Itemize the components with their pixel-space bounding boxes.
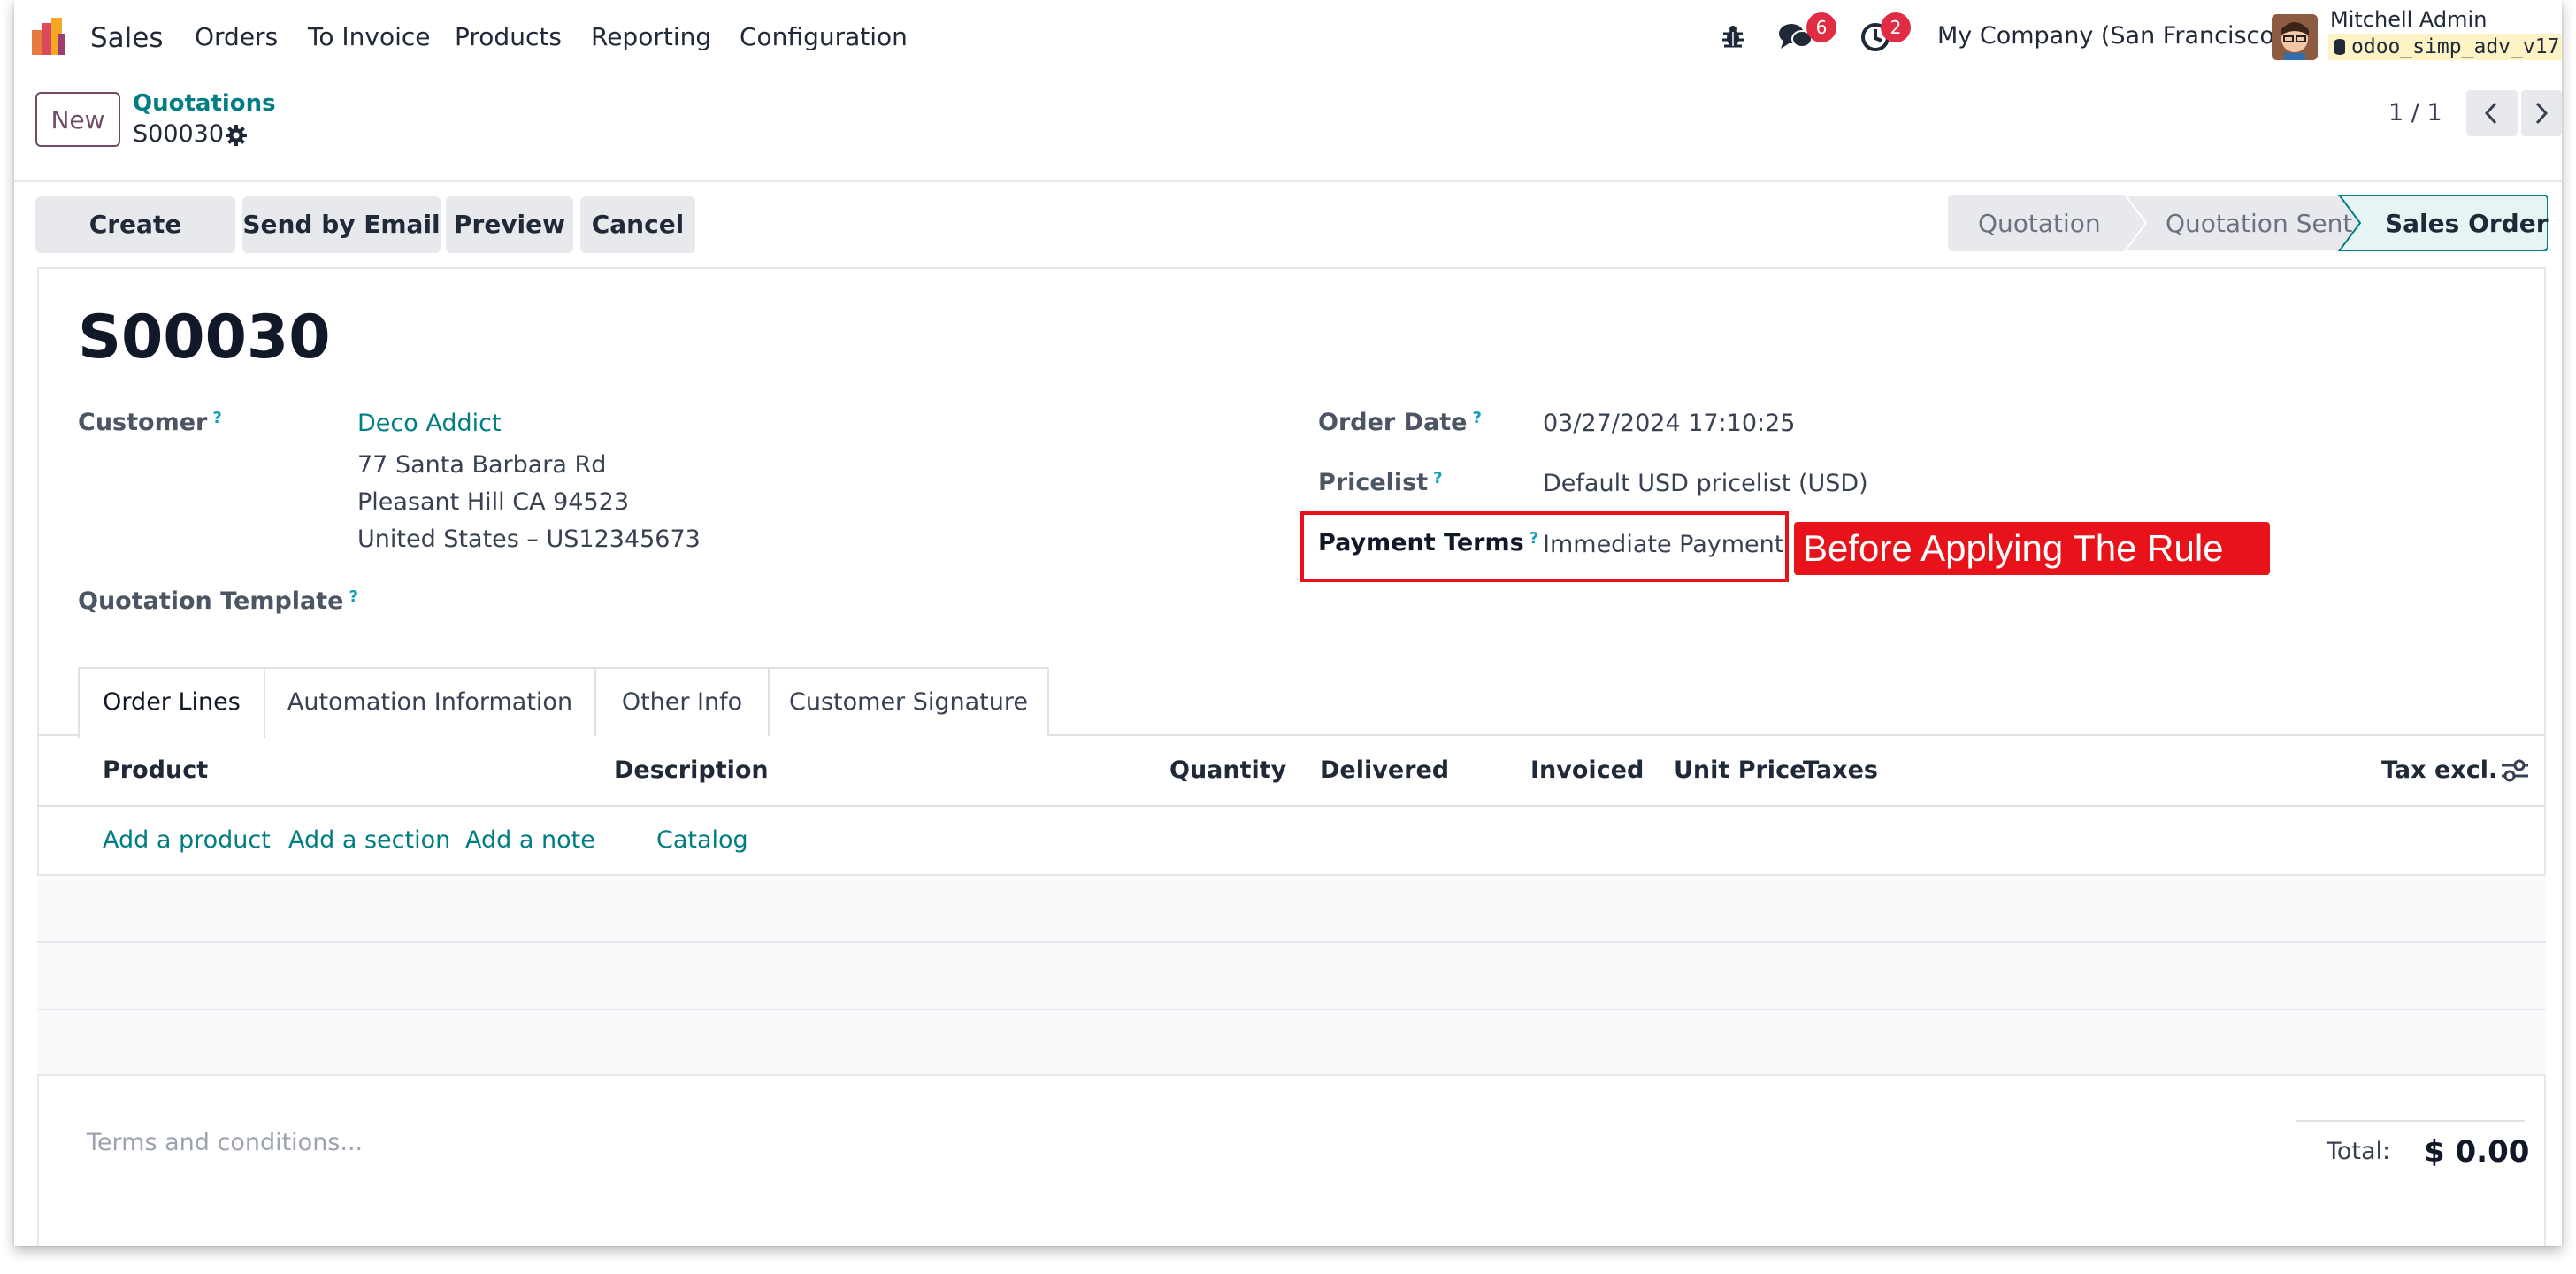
gear-icon[interactable]: [225, 124, 248, 147]
add-section-link[interactable]: Add a section: [288, 826, 450, 854]
pager-value[interactable]: 1 / 1: [2388, 99, 2442, 127]
database-badge: odoo_simp_adv_v17: [2328, 34, 2562, 60]
order-date-value[interactable]: 03/27/2024 17:10:25: [1543, 410, 1795, 437]
help-icon[interactable]: ?: [1433, 469, 1442, 487]
menu-reporting[interactable]: Reporting: [591, 22, 711, 51]
database-icon: [2334, 39, 2345, 55]
help-icon[interactable]: ?: [212, 409, 221, 427]
column-quantity[interactable]: Quantity: [1169, 756, 1286, 784]
breadcrumb-current: S00030: [133, 120, 225, 148]
empty-row: [37, 874, 2546, 941]
column-invoiced[interactable]: Invoiced: [1530, 756, 1644, 784]
customer-address-line-2: Pleasant Hill CA 94523: [357, 488, 630, 516]
total-label: Total:: [2327, 1138, 2391, 1165]
cancel-button[interactable]: Cancel: [580, 196, 695, 253]
company-switcher[interactable]: My Company (San Francisco): [1937, 22, 2283, 50]
app-logo-icon[interactable]: [32, 18, 69, 55]
annotation-callout: Before Applying The Rule: [1794, 522, 2270, 575]
customer-address-line-1: 77 Santa Barbara Rd: [357, 451, 607, 479]
breadcrumb-quotations[interactable]: Quotations: [133, 90, 276, 117]
customer-address-line-3: United States – US12345673: [357, 526, 701, 553]
debug-bug-icon[interactable]: [1720, 23, 1746, 50]
column-product[interactable]: Product: [103, 756, 208, 784]
tab-order-lines[interactable]: Order Lines: [78, 667, 265, 738]
rows-bottom-border: [37, 1074, 2546, 1076]
catalog-link[interactable]: Catalog: [656, 826, 748, 854]
status-sales-order[interactable]: Sales Order: [2385, 209, 2549, 238]
app-window: Sales Orders To Invoice Products Reporti…: [14, 0, 2562, 1246]
annotation-highlight-box: [1300, 511, 1789, 582]
menu-to-invoice[interactable]: To Invoice: [308, 22, 430, 51]
create-invoice-button[interactable]: Create Invoice: [35, 196, 235, 295]
add-note-link[interactable]: Add a note: [465, 826, 595, 854]
menu-configuration[interactable]: Configuration: [740, 22, 908, 51]
control-panel: New Quotations S00030 1 / 1: [14, 76, 2562, 182]
database-name: odoo_simp_adv_v17: [2351, 35, 2560, 58]
help-icon[interactable]: ?: [1472, 409, 1481, 427]
tab-other-info[interactable]: Other Info: [596, 667, 770, 736]
record-title: S00030: [78, 303, 331, 372]
optional-columns-toggle-icon[interactable]: [2500, 757, 2530, 784]
annotation-text: Before Applying The Rule: [1803, 527, 2224, 569]
status-quotation-sent[interactable]: Quotation Sent: [2166, 209, 2352, 238]
messages-badge: 6: [1806, 12, 1836, 42]
menu-products[interactable]: Products: [455, 22, 562, 51]
column-description[interactable]: Description: [614, 756, 769, 784]
tab-automation-information[interactable]: Automation Information: [265, 667, 596, 736]
app-name[interactable]: Sales: [90, 22, 164, 54]
pricelist-value[interactable]: Default USD pricelist (USD): [1543, 470, 1868, 497]
column-tax-excluded[interactable]: Tax excl.: [2381, 756, 2497, 784]
user-name[interactable]: Mitchell Admin: [2330, 7, 2487, 32]
chevron-left-icon: [2484, 102, 2497, 125]
pager-previous-button[interactable]: [2466, 90, 2518, 136]
column-delivered[interactable]: Delivered: [1320, 756, 1449, 784]
tab-customer-signature[interactable]: Customer Signature: [770, 667, 1049, 736]
empty-row: [37, 1009, 2546, 1076]
quotation-template-input[interactable]: [357, 584, 1242, 619]
preview-button[interactable]: Preview: [446, 196, 573, 253]
customer-label: Customer?: [78, 409, 222, 436]
status-quotation[interactable]: Quotation: [1978, 209, 2101, 238]
chevron-right-icon: [2535, 102, 2549, 125]
order-date-label: Order Date?: [1318, 409, 1482, 436]
column-taxes[interactable]: Taxes: [1803, 756, 1878, 784]
quotation-template-label: Quotation Template?: [78, 587, 358, 615]
send-by-email-button[interactable]: Send by Email: [242, 196, 441, 253]
menu-orders[interactable]: Orders: [195, 22, 278, 51]
pricelist-label: Pricelist?: [1318, 469, 1443, 496]
top-navbar: Sales Orders To Invoice Products Reporti…: [14, 0, 2562, 76]
order-lines-header: [37, 736, 2546, 807]
empty-row: [37, 941, 2546, 1009]
activities-badge: 2: [1881, 12, 1911, 42]
terms-and-conditions-input[interactable]: Terms and conditions...: [87, 1129, 363, 1156]
user-avatar[interactable]: [2272, 14, 2318, 60]
statusbar: Quotation Quotation Sent Sales Order: [1948, 195, 2549, 251]
column-unit-price[interactable]: Unit Price: [1674, 756, 1806, 784]
customer-link[interactable]: Deco Addict: [357, 410, 502, 437]
total-divider: [2296, 1120, 2525, 1122]
total-value: $ 0.00: [2424, 1134, 2530, 1170]
new-button[interactable]: New: [35, 92, 120, 147]
pager-next-button[interactable]: [2521, 90, 2562, 136]
add-product-link[interactable]: Add a product: [103, 826, 271, 854]
